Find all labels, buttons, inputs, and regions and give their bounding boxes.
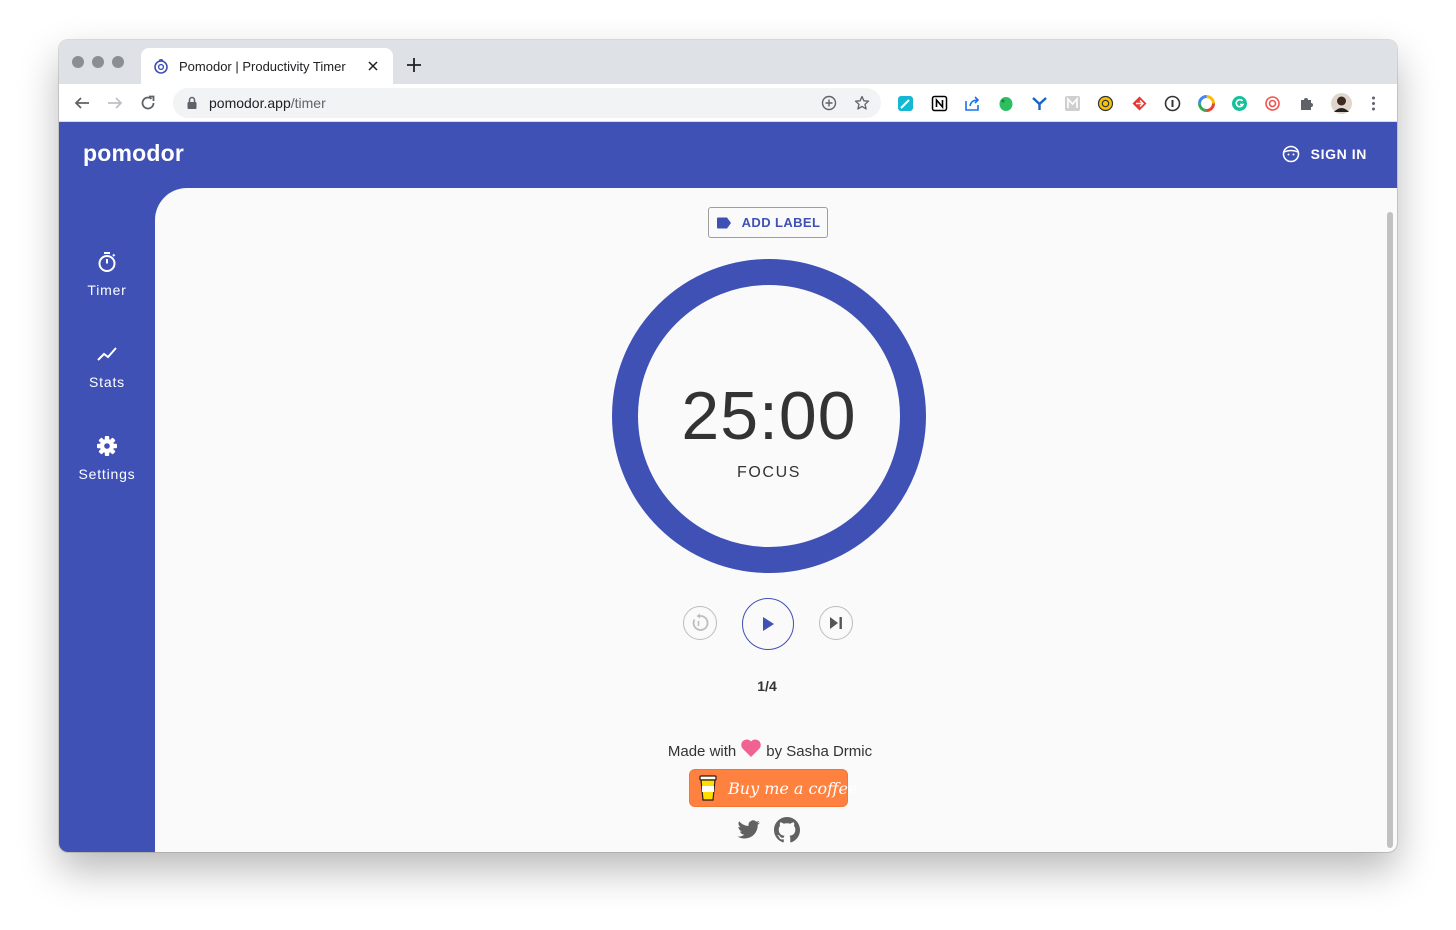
timer-phase: FOCUS bbox=[737, 464, 801, 481]
sidebar-item-label: Timer bbox=[87, 282, 127, 298]
github-icon[interactable] bbox=[774, 817, 800, 843]
share-icon[interactable] bbox=[964, 95, 981, 112]
timer-page: ADD LABEL 25:00 FOCUS 1/4 Made with by S… bbox=[155, 188, 1397, 852]
browser-tab[interactable]: Pomodor | Productivity Timer bbox=[141, 48, 393, 84]
made-with-text: Made with bbox=[667, 742, 737, 760]
trending-up-icon bbox=[95, 342, 119, 366]
extension-pen-icon[interactable] bbox=[897, 95, 914, 112]
sign-in-label: SIGN IN bbox=[1310, 146, 1367, 162]
back-arrow-icon[interactable] bbox=[70, 91, 94, 115]
sidebar: Timer Stats Settings bbox=[59, 188, 155, 852]
author-text: by Sasha Drmic bbox=[766, 742, 873, 760]
puzzle-piece-icon[interactable] bbox=[1298, 95, 1315, 112]
skip-button[interactable] bbox=[819, 606, 853, 640]
zoom-window-button[interactable] bbox=[112, 56, 124, 68]
skip-next-icon bbox=[828, 616, 844, 630]
lock-icon bbox=[185, 96, 199, 110]
play-button[interactable] bbox=[742, 598, 794, 650]
notion-icon[interactable] bbox=[931, 95, 948, 112]
pomodor-favicon-icon bbox=[153, 58, 169, 74]
heart-icon bbox=[740, 738, 762, 758]
app-header: pomodor SIGN IN bbox=[59, 122, 1397, 188]
profile-avatar[interactable] bbox=[1331, 93, 1352, 114]
grammarly-icon[interactable] bbox=[1231, 95, 1248, 112]
extension-arrow-icon[interactable] bbox=[1131, 95, 1148, 112]
twitter-icon[interactable] bbox=[736, 817, 762, 843]
face-icon bbox=[1282, 145, 1300, 163]
bookmark-star-icon[interactable] bbox=[854, 95, 870, 111]
browser-window: Pomodor | Productivity Timer pomodor.app… bbox=[59, 40, 1397, 852]
extension-y-icon[interactable] bbox=[1031, 95, 1048, 112]
play-icon bbox=[761, 616, 775, 632]
sidebar-item-stats[interactable]: Stats bbox=[59, 342, 155, 412]
browser-toolbar: pomodor.app/timer bbox=[59, 84, 1397, 122]
sign-in-button[interactable]: SIGN IN bbox=[1282, 145, 1367, 163]
extension-spiral-icon[interactable] bbox=[1264, 95, 1281, 112]
sidebar-item-timer[interactable]: Timer bbox=[59, 250, 155, 320]
sidebar-item-label: Stats bbox=[89, 374, 125, 390]
gear-icon bbox=[95, 434, 119, 458]
minimize-window-button[interactable] bbox=[92, 56, 104, 68]
sidebar-item-settings[interactable]: Settings bbox=[59, 434, 155, 504]
close-window-button[interactable] bbox=[72, 56, 84, 68]
add-label-text: ADD LABEL bbox=[741, 215, 821, 230]
label-tag-icon bbox=[716, 217, 732, 229]
reset-button[interactable] bbox=[683, 606, 717, 640]
credits-line: Made with by Sasha Drmic bbox=[565, 738, 975, 764]
new-tab-icon[interactable] bbox=[403, 54, 425, 76]
buy-me-a-coffee-button[interactable]: Buy me a coffee bbox=[690, 770, 857, 806]
address-bar[interactable]: pomodor.app/timer bbox=[173, 88, 881, 118]
url-path: /timer bbox=[290, 95, 326, 111]
pomodor-logo[interactable]: pomodor bbox=[83, 140, 184, 167]
info-icon[interactable] bbox=[1164, 95, 1181, 112]
url-host: pomodor.app bbox=[209, 95, 291, 111]
reload-icon[interactable] bbox=[136, 91, 160, 115]
round-counter: 1/4 bbox=[757, 678, 777, 694]
extension-coin-icon[interactable] bbox=[1097, 95, 1114, 112]
coffee-cup-icon bbox=[698, 775, 718, 801]
evernote-icon[interactable] bbox=[997, 95, 1014, 112]
scrollbar[interactable] bbox=[1387, 212, 1393, 848]
replay-icon bbox=[690, 613, 710, 633]
tab-title: Pomodor | Productivity Timer bbox=[179, 58, 346, 74]
install-app-icon[interactable] bbox=[821, 95, 837, 111]
extension-color-wheel-icon[interactable] bbox=[1198, 95, 1215, 112]
timer-display: 25:00 bbox=[681, 378, 857, 454]
browser-menu-icon[interactable] bbox=[1365, 95, 1382, 112]
stopwatch-icon bbox=[95, 250, 119, 274]
extension-m-icon[interactable] bbox=[1064, 95, 1081, 112]
tab-strip: Pomodor | Productivity Timer bbox=[59, 40, 1397, 84]
sidebar-item-label: Settings bbox=[78, 466, 136, 482]
close-tab-icon[interactable] bbox=[365, 58, 381, 74]
forward-arrow-icon[interactable] bbox=[103, 91, 127, 115]
coffee-label: Buy me a coffee bbox=[728, 778, 858, 798]
add-label-button[interactable]: ADD LABEL bbox=[708, 207, 828, 238]
